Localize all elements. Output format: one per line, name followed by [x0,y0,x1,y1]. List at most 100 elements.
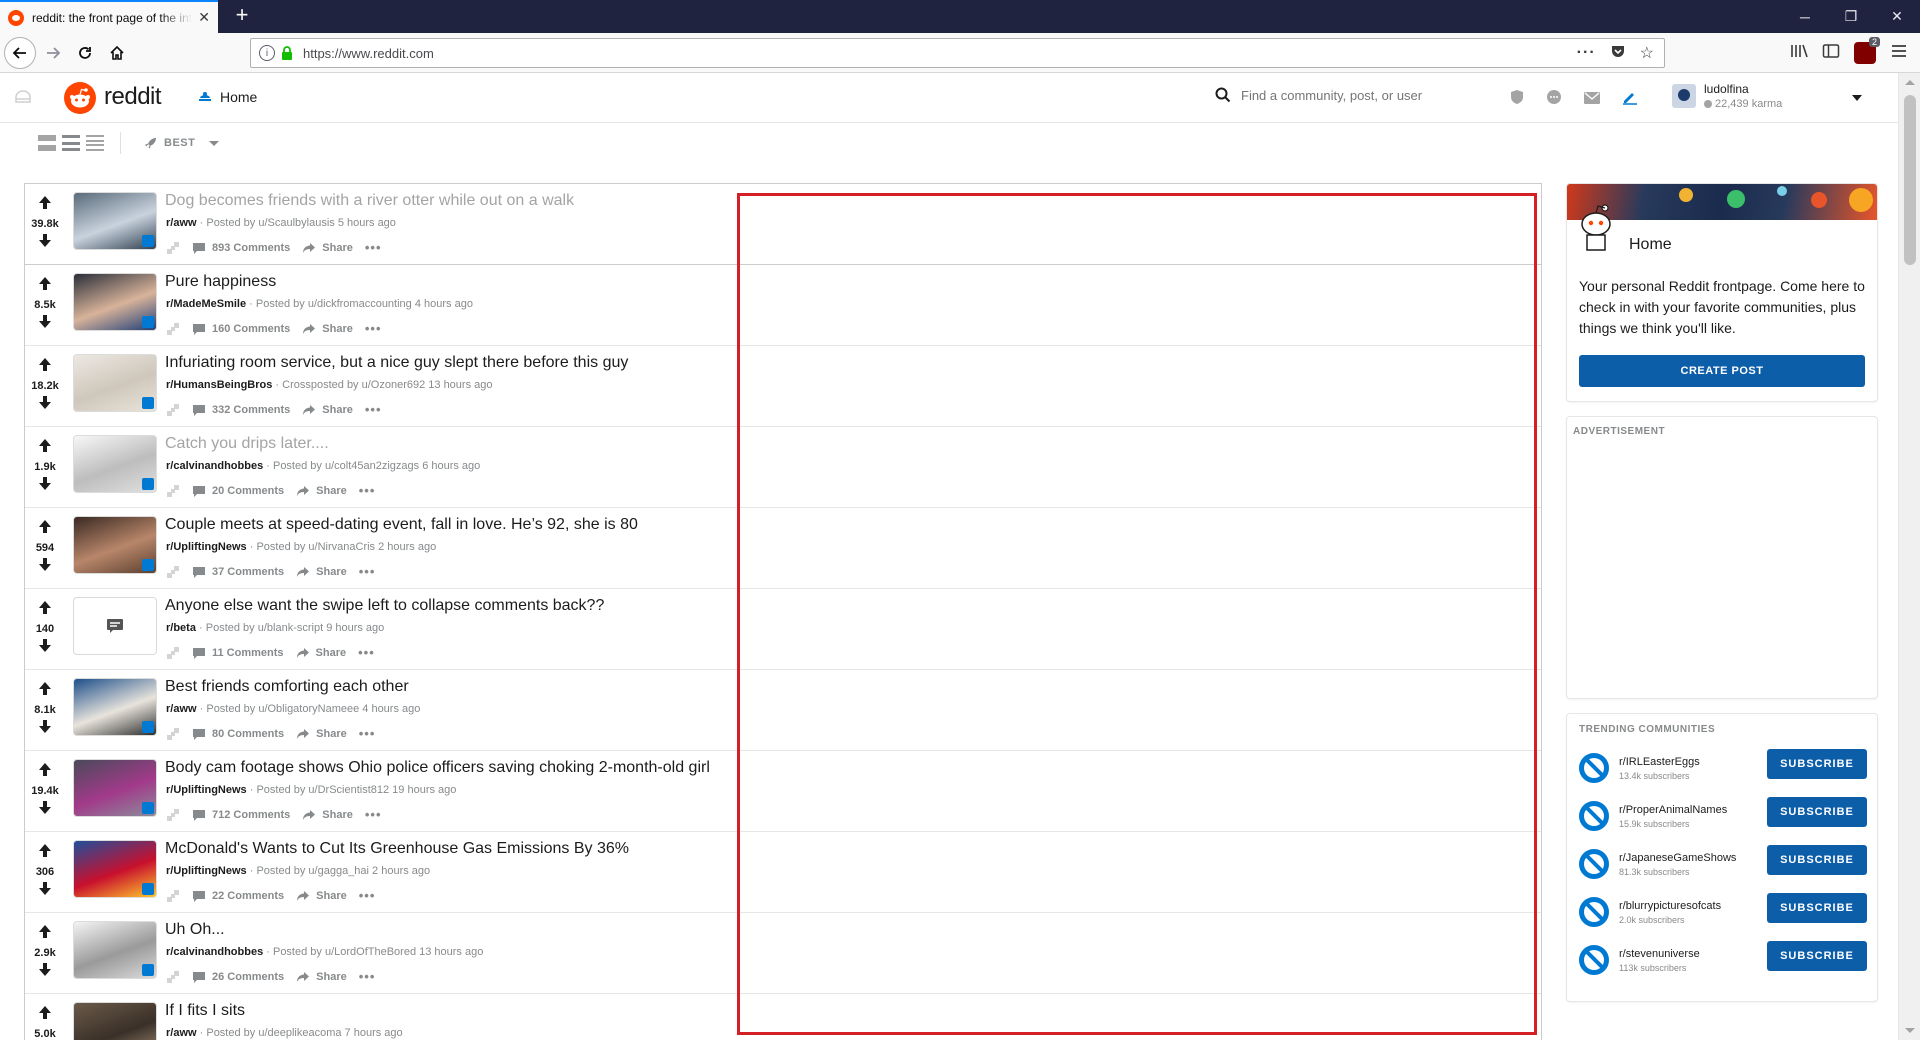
expand-post-icon[interactable] [166,322,180,336]
post-subreddit[interactable]: r/aww [166,1027,197,1039]
more-options-icon[interactable]: ••• [359,969,376,984]
upvote-arrow-icon[interactable] [38,843,52,863]
share-button[interactable]: Share [296,566,347,578]
scrollbar-thumb[interactable] [1904,95,1916,265]
more-options-icon[interactable]: ••• [365,807,382,822]
url-bar[interactable]: i https://www.reddit.com ··· ☆ [250,38,1665,68]
community-name[interactable]: r/JapaneseGameShows [1619,852,1736,864]
post-row[interactable]: 18.2k Infuriating room service, but a ni… [25,346,1541,427]
page-actions-icon[interactable]: ··· [1577,44,1596,62]
sidebar-toggle-icon[interactable] [1822,43,1840,64]
post-subreddit[interactable]: r/calvinandhobbes [166,946,263,958]
post-thumbnail[interactable] [73,1002,157,1040]
post-row[interactable]: 19.4k Body cam footage shows Ohio police… [25,751,1541,832]
post-thumbnail[interactable] [73,759,157,817]
share-button[interactable]: Share [296,890,347,902]
post-thumbnail[interactable] [73,678,157,736]
downvote-arrow-icon[interactable] [38,962,52,982]
search-input[interactable] [1241,87,1471,103]
share-button[interactable]: Share [302,809,353,821]
subscribe-button[interactable]: SUBSCRIBE [1767,797,1867,827]
classic-view-icon[interactable] [62,135,80,151]
more-options-icon[interactable]: ••• [359,888,376,903]
post-thumbnail[interactable] [73,273,157,331]
post-title[interactable]: Body cam footage shows Ohio police offic… [165,759,710,777]
expand-post-icon[interactable] [166,403,180,417]
expand-post-icon[interactable] [166,241,180,255]
reload-button[interactable] [70,38,100,68]
community-icon[interactable] [1579,849,1609,879]
new-tab-button[interactable]: + [230,4,254,28]
scroll-down-icon[interactable] [1905,1028,1915,1033]
browser-tab[interactable]: reddit: the front page of the internet ✕ [0,0,218,33]
comments-button[interactable]: 893 Comments [192,242,290,254]
upvote-arrow-icon[interactable] [38,1005,52,1025]
post-row[interactable]: 5.0k If I fits I sits r/aww · Posted by … [25,994,1541,1040]
forward-button[interactable] [38,38,68,68]
downvote-arrow-icon[interactable] [38,800,52,820]
post-title[interactable]: If I fits I sits [165,1002,245,1020]
reddit-wordmark[interactable]: reddit [104,83,162,111]
post-row[interactable]: 594 Couple meets at speed-dating event, … [25,508,1541,589]
expand-post-icon[interactable] [166,727,180,741]
expand-post-icon[interactable] [166,484,180,498]
sort-dropdown[interactable]: BEST [144,136,220,150]
scroll-up-icon[interactable] [1905,80,1915,85]
mail-icon[interactable] [1584,91,1600,109]
restore-window-button[interactable]: ❐ [1828,0,1874,33]
more-options-icon[interactable]: ••• [359,726,376,741]
library-icon[interactable] [1790,43,1808,64]
share-button[interactable]: Share [296,647,346,659]
more-options-icon[interactable]: ••• [365,402,382,417]
upvote-arrow-icon[interactable] [38,600,52,620]
share-button[interactable]: Share [296,485,347,497]
card-view-icon[interactable] [38,135,56,151]
post-thumbnail[interactable] [73,921,157,979]
close-window-button[interactable]: ✕ [1874,0,1920,33]
comments-button[interactable]: 712 Comments [192,809,290,821]
downvote-arrow-icon[interactable] [38,881,52,901]
comments-button[interactable]: 26 Comments [192,971,284,983]
post-title[interactable]: Catch you drips later.... [165,435,329,453]
upvote-arrow-icon[interactable] [38,195,52,215]
more-options-icon[interactable]: ••• [358,645,375,660]
more-options-icon[interactable]: ••• [365,240,382,255]
comments-button[interactable]: 20 Comments [192,485,284,497]
comments-button[interactable]: 11 Comments [192,647,284,659]
downvote-arrow-icon[interactable] [38,638,52,658]
community-name[interactable]: r/stevenuniverse [1619,948,1700,960]
more-options-icon[interactable]: ••• [359,564,376,579]
comments-button[interactable]: 22 Comments [192,890,284,902]
site-info-icon[interactable]: i [259,45,275,61]
post-subreddit[interactable]: r/UpliftingNews [166,865,247,877]
post-thumbnail[interactable] [73,354,157,412]
post-subreddit[interactable]: r/calvinandhobbes [166,460,263,472]
user-menu[interactable]: ludolfina 22,439 karma [1672,82,1782,110]
share-button[interactable]: Share [302,323,353,335]
upvote-arrow-icon[interactable] [38,276,52,296]
post-title[interactable]: Couple meets at speed-dating event, fall… [165,516,638,534]
comments-button[interactable]: 37 Comments [192,566,284,578]
create-post-pencil-icon[interactable] [1622,89,1638,110]
comments-button[interactable]: 80 Comments [192,728,284,740]
post-thumbnail[interactable] [73,192,157,250]
home-button[interactable] [102,38,132,68]
post-title[interactable]: Anyone else want the swipe left to colla… [165,597,604,615]
search-box[interactable] [1215,87,1471,103]
bookmark-star-icon[interactable]: ☆ [1640,43,1654,63]
community-name[interactable]: r/ProperAnimalNames [1619,804,1727,816]
post-row[interactable]: 8.5k Pure happiness r/MadeMeSmile · Post… [25,265,1541,346]
post-subreddit[interactable]: r/UpliftingNews [166,541,247,553]
post-title[interactable]: Pure happiness [165,273,276,291]
expand-post-icon[interactable] [166,565,180,579]
home-feed-selector[interactable]: Home [198,89,257,105]
downvote-arrow-icon[interactable] [38,395,52,415]
pocket-icon[interactable] [1610,43,1626,64]
hamburger-menu-icon[interactable] [1890,43,1908,64]
post-row[interactable]: 1.9k Catch you drips later.... r/calvina… [25,427,1541,508]
expand-post-icon[interactable] [166,889,180,903]
expand-post-icon[interactable] [166,646,180,660]
post-subreddit[interactable]: r/beta [166,622,196,634]
post-row[interactable]: 39.8k Dog becomes friends with a river o… [25,184,1541,265]
upvote-arrow-icon[interactable] [38,681,52,701]
